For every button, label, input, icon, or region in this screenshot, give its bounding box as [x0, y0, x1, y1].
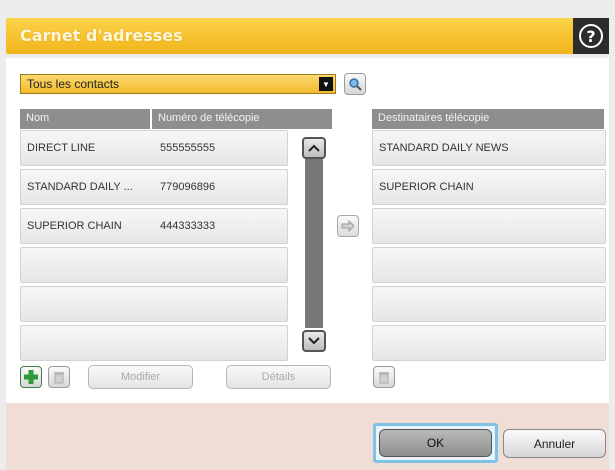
contacts-filter-dropdown[interactable]: Tous les contacts ▼ — [20, 74, 336, 94]
column-header-fax[interactable]: Numéro de télécopie — [152, 109, 332, 129]
contacts-scrollbar[interactable] — [305, 150, 323, 328]
plus-icon — [24, 370, 38, 384]
recipient-name: SUPERIOR CHAIN — [379, 181, 474, 193]
scroll-up-button[interactable] — [302, 137, 326, 159]
recipient-row[interactable]: SUPERIOR CHAIN — [372, 169, 606, 205]
recipient-row[interactable] — [372, 325, 606, 361]
details-button[interactable]: Détails — [226, 365, 331, 389]
trash-icon — [54, 372, 64, 384]
contact-name: SUPERIOR CHAIN — [27, 220, 122, 232]
contact-row[interactable] — [20, 325, 288, 361]
dropdown-selected-value: Tous les contacts — [27, 77, 120, 91]
contacts-list: DIRECT LINE 555555555 STANDARD DAILY ...… — [20, 130, 288, 364]
recipient-row[interactable]: STANDARD DAILY NEWS — [372, 130, 606, 166]
delete-recipient-button[interactable] — [373, 366, 395, 388]
add-to-recipients-button[interactable] — [337, 215, 359, 237]
add-contact-button[interactable] — [20, 366, 42, 388]
window-title: Carnet d'adresses — [20, 26, 183, 45]
ok-button[interactable]: OK — [379, 429, 492, 457]
magnifier-icon — [349, 78, 362, 91]
contact-fax: 444333333 — [160, 220, 216, 232]
contact-fax: 779096896 — [160, 181, 216, 193]
help-button[interactable]: ? — [573, 18, 609, 54]
contact-fax: 555555555 — [160, 142, 216, 154]
scroll-down-button[interactable] — [302, 330, 326, 352]
help-icon: ? — [579, 24, 603, 48]
recipients-header: Destinataires télécopie — [372, 109, 604, 129]
contact-row[interactable]: DIRECT LINE 555555555 — [20, 130, 288, 166]
contact-row[interactable] — [20, 247, 288, 283]
chevron-down-icon — [308, 337, 320, 345]
title-bar: Carnet d'adresses ? — [6, 18, 609, 54]
contact-row[interactable] — [20, 286, 288, 322]
column-header-name[interactable]: Nom — [20, 109, 150, 129]
search-button[interactable] — [344, 73, 366, 95]
arrow-right-icon — [341, 220, 355, 232]
ok-button-focus: OK — [373, 423, 498, 463]
trash-icon — [379, 372, 389, 384]
modify-button[interactable]: Modifier — [88, 365, 193, 389]
chevron-up-icon — [308, 144, 320, 152]
cancel-button[interactable]: Annuler — [503, 429, 606, 458]
contact-row[interactable]: STANDARD DAILY ... 779096896 — [20, 169, 288, 205]
recipients-list: STANDARD DAILY NEWS SUPERIOR CHAIN — [372, 130, 606, 364]
contact-name: STANDARD DAILY ... — [27, 181, 133, 193]
recipient-row[interactable] — [372, 247, 606, 283]
dropdown-arrow-icon: ▼ — [319, 77, 333, 91]
recipient-row[interactable] — [372, 208, 606, 244]
recipient-name: STANDARD DAILY NEWS — [379, 142, 509, 154]
contact-row[interactable]: SUPERIOR CHAIN 444333333 — [20, 208, 288, 244]
delete-contact-button[interactable] — [48, 366, 70, 388]
recipient-row[interactable] — [372, 286, 606, 322]
contact-name: DIRECT LINE — [27, 142, 96, 154]
